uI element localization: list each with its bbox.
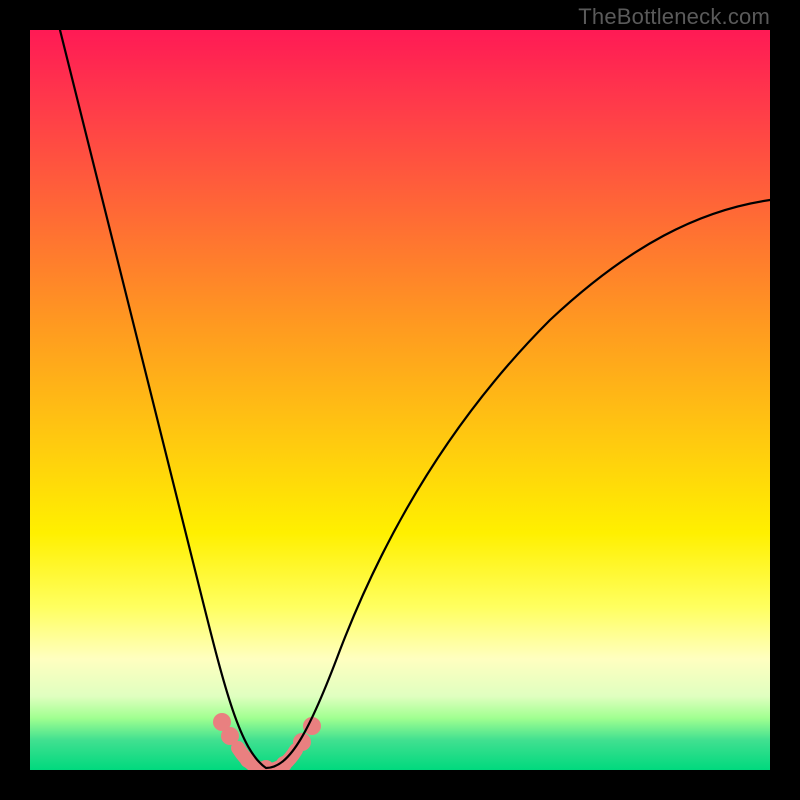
plot-area (30, 30, 770, 770)
highlight-dots (213, 713, 321, 770)
chart-frame: TheBottleneck.com (0, 0, 800, 800)
bottleneck-curve (50, 30, 770, 768)
watermark-text: TheBottleneck.com (578, 4, 770, 30)
curve-svg (30, 30, 770, 770)
highlight-segment (238, 748, 296, 770)
